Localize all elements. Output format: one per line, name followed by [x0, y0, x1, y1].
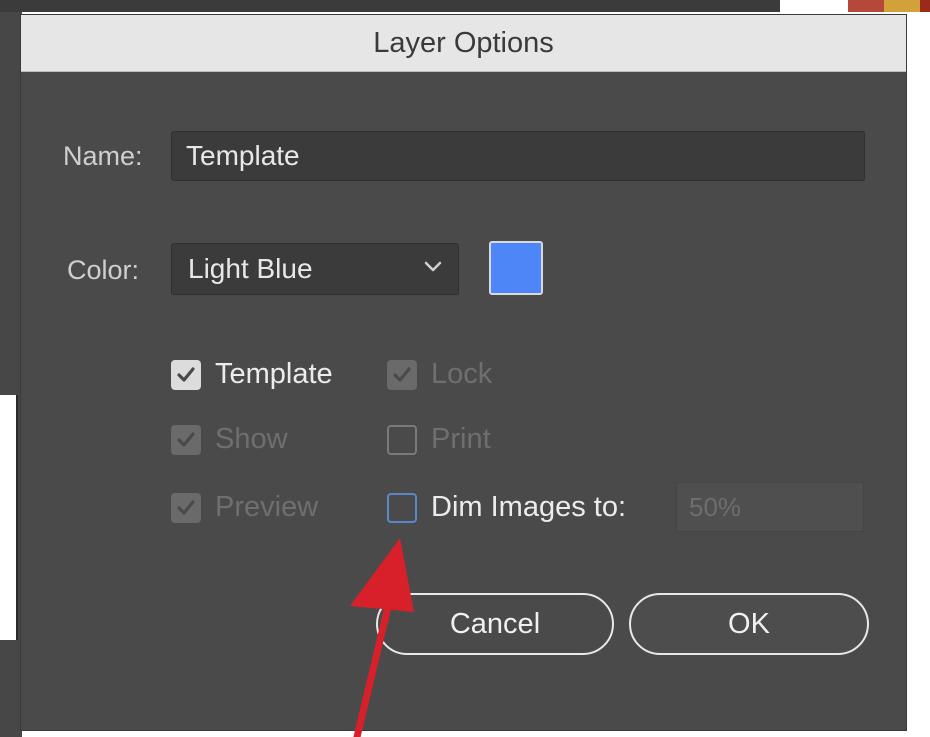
- checkmark-icon: [177, 366, 195, 382]
- checkbox-box: [171, 424, 201, 455]
- checkmark-icon: [177, 499, 195, 515]
- dim-images-checkbox[interactable]: Dim Images to:: [387, 491, 626, 524]
- ok-button[interactable]: OK: [629, 593, 869, 655]
- ok-button-label: OK: [728, 607, 770, 640]
- name-label: Name:: [63, 141, 143, 171]
- name-input[interactable]: Template: [171, 131, 865, 181]
- background-swatch-a: [848, 0, 884, 12]
- checkmark-icon: [177, 431, 195, 447]
- checkbox-box: [387, 359, 417, 390]
- show-checkbox-label: Show: [215, 423, 288, 455]
- cancel-button-label: Cancel: [449, 607, 541, 640]
- dim-images-checkbox-label: Dim Images to:: [431, 491, 626, 523]
- color-select[interactable]: Light Blue: [171, 243, 459, 295]
- preview-checkbox: Preview: [171, 491, 318, 524]
- background-app-canvas-right: [905, 12, 930, 737]
- dim-images-percent-input[interactable]: 50%: [676, 482, 864, 532]
- dim-images-percent-value: 50%: [689, 491, 742, 522]
- checkbox-box: [387, 424, 417, 455]
- checkbox-box: [171, 359, 201, 390]
- color-swatch[interactable]: [489, 241, 543, 295]
- preview-checkbox-label: Preview: [215, 491, 319, 523]
- print-checkbox-label: Print: [431, 423, 491, 455]
- chevron-down-icon: [424, 261, 442, 272]
- lock-checkbox: Lock: [387, 358, 492, 391]
- dialog-title: Layer Options: [373, 26, 554, 59]
- cancel-button[interactable]: Cancel: [376, 593, 614, 655]
- checkmark-icon: [393, 366, 411, 382]
- color-select-value: Light Blue: [188, 253, 313, 284]
- dialog-titlebar[interactable]: Layer Options: [21, 15, 906, 72]
- checkbox-box: [171, 492, 201, 523]
- background-app-canvas: [0, 395, 18, 640]
- checkbox-box: [387, 492, 417, 523]
- name-input-value: Template: [186, 140, 300, 171]
- template-checkbox[interactable]: Template: [171, 358, 333, 391]
- template-checkbox-label: Template: [215, 358, 333, 390]
- background-app-toolbar: [0, 0, 780, 12]
- layer-options-dialog: Layer Options Name: Template Color: Ligh…: [20, 14, 907, 731]
- print-checkbox: Print: [387, 423, 491, 456]
- show-checkbox: Show: [171, 423, 288, 456]
- background-swatch-b: [884, 0, 920, 12]
- color-label: Color:: [67, 255, 140, 285]
- lock-checkbox-label: Lock: [431, 358, 493, 390]
